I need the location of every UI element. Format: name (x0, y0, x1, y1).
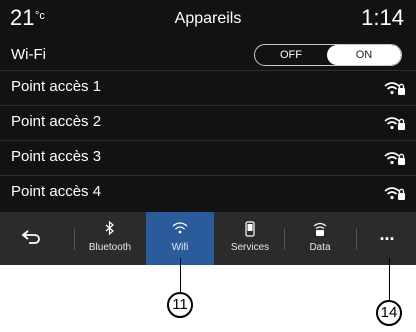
tab-services-label: Services (230, 242, 270, 253)
status-bar: 21 °c Appareils 1:14 (0, 0, 416, 34)
data-icon (313, 222, 327, 236)
access-point-row[interactable]: Point accès 4 (0, 175, 416, 210)
back-arrow-icon (21, 230, 40, 244)
infotainment-screen: 21 °c Appareils 1:14 Wi-Fi OFF ON Point … (0, 0, 416, 265)
more-icon: ... (379, 224, 395, 244)
wifi-locked-icon (384, 152, 405, 165)
page-title: Appareils (174, 10, 242, 27)
phone-services-icon (245, 221, 255, 237)
wifi-label: Wi-Fi (11, 46, 46, 63)
bluetooth-icon (105, 221, 114, 235)
wifi-on-option[interactable]: ON (327, 45, 401, 65)
nav-divider (356, 228, 357, 250)
wifi-setting-row: Wi-Fi OFF ON (0, 42, 416, 70)
callout-11-line (180, 258, 181, 292)
nav-divider (284, 228, 285, 250)
wifi-toggle[interactable]: OFF ON (254, 44, 402, 66)
tab-data[interactable]: Data (286, 212, 354, 265)
wifi-locked-icon (384, 187, 405, 200)
callout-14-line (389, 258, 390, 300)
access-point-row[interactable]: Point accès 3 (0, 140, 416, 175)
more-button[interactable]: ... (358, 212, 416, 265)
access-point-name: Point accès 4 (11, 183, 102, 200)
callout-11: 11 (167, 292, 193, 318)
tab-bluetooth-label: Bluetooth (88, 242, 132, 253)
tab-bluetooth[interactable]: Bluetooth (76, 212, 144, 265)
access-point-name: Point accès 3 (11, 148, 102, 165)
tab-data-label: Data (309, 242, 331, 253)
wifi-locked-icon (384, 117, 405, 130)
callout-14: 14 (376, 300, 402, 326)
wifi-locked-icon (384, 82, 405, 95)
access-point-row[interactable]: Point accès 2 (0, 105, 416, 140)
wifi-icon (172, 222, 188, 234)
tab-wifi-label: Wifi (171, 242, 189, 253)
clock: 1:14 (361, 5, 404, 30)
nav-divider (74, 228, 75, 250)
tab-services[interactable]: Services (216, 212, 284, 265)
back-button[interactable] (0, 212, 62, 265)
access-point-row[interactable]: Point accès 1 (0, 70, 416, 105)
wifi-off-option[interactable]: OFF (255, 45, 327, 65)
bottom-navbar: Bluetooth Wifi Services Data ... (0, 212, 416, 265)
access-point-name: Point accès 1 (11, 78, 102, 95)
access-point-name: Point accès 2 (11, 113, 102, 130)
